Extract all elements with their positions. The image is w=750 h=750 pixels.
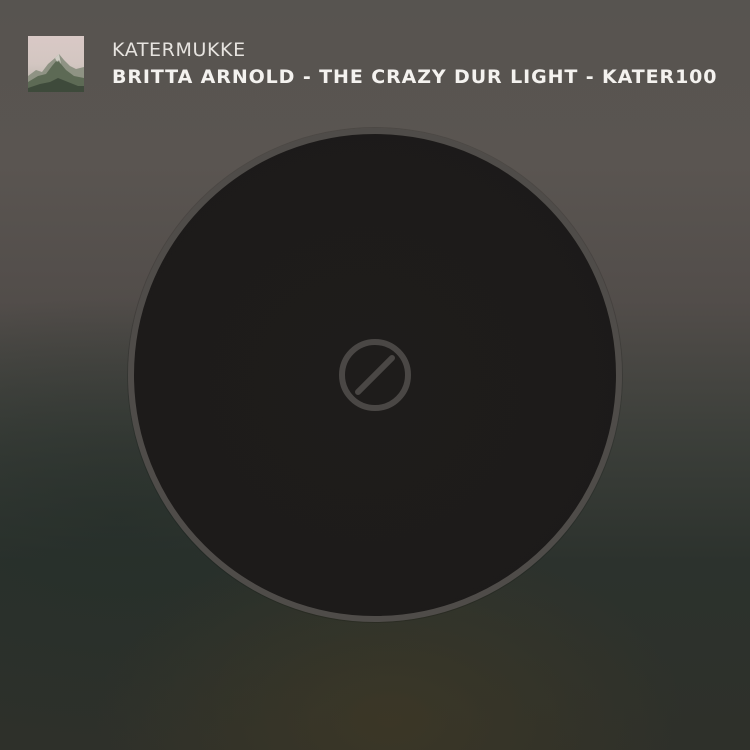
track-title: BRITTA ARNOLD - THE CRAZY DUR LIGHT - KA… — [112, 66, 718, 88]
album-art-thumbnail[interactable] — [28, 36, 84, 92]
disabled-icon — [339, 339, 411, 411]
station-name: KATERMUKKE — [112, 39, 246, 61]
mountain-landscape-icon — [28, 36, 84, 92]
playback-disc-button[interactable] — [128, 128, 622, 622]
now-playing-header: KATERMUKKE BRITTA ARNOLD - THE CRAZY DUR… — [28, 36, 722, 92]
